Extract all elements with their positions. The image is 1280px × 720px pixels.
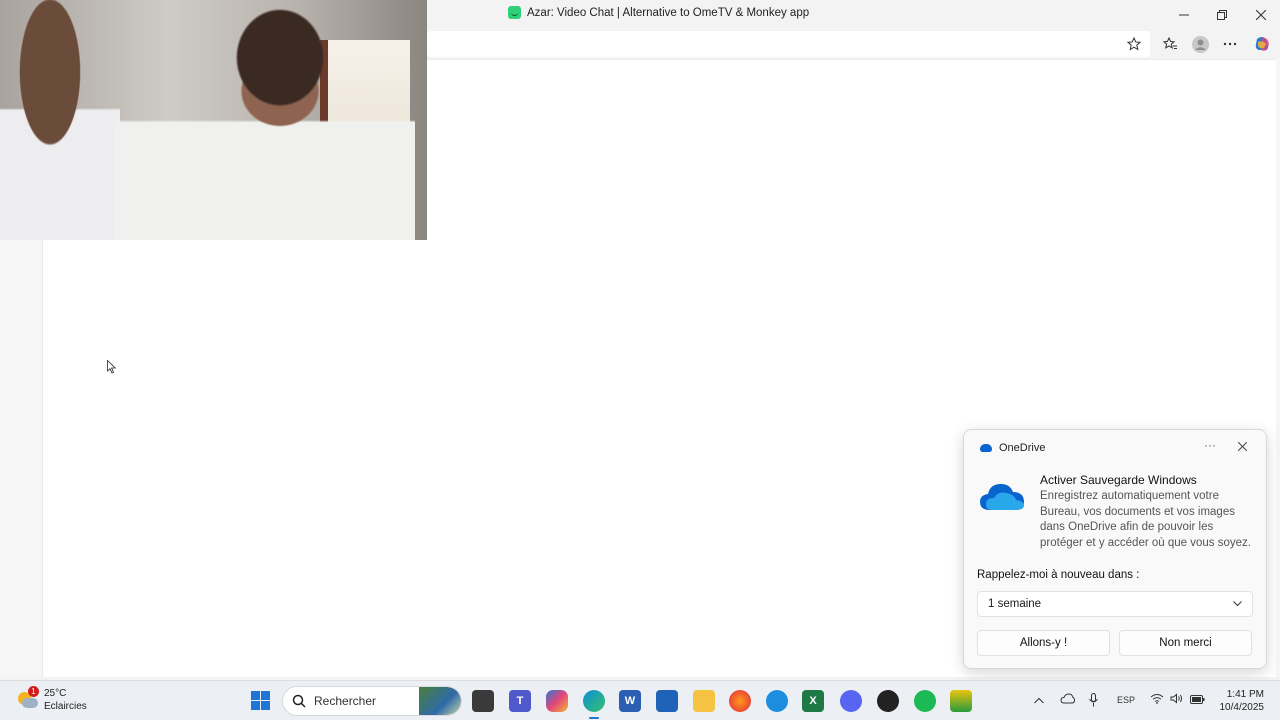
- window-title-text: Azar: Video Chat | Alternative to OmeTV …: [527, 6, 810, 19]
- start-button[interactable]: [251, 691, 270, 710]
- search-highlight-image: [419, 687, 461, 715]
- spotify-icon[interactable]: [914, 690, 936, 712]
- search-placeholder: Rechercher: [314, 694, 377, 708]
- azar-favicon-icon: [508, 6, 521, 19]
- mouse-cursor-icon: [107, 360, 117, 374]
- chevron-down-icon: [1233, 601, 1242, 607]
- toast-body: Enregistrez automatiquement votre Bureau…: [1040, 490, 1251, 550]
- close-window-button[interactable]: [1242, 0, 1280, 29]
- weather-badge: 1: [28, 686, 39, 697]
- input-language[interactable]: ESP: [1117, 695, 1135, 705]
- onedrive-tray-icon[interactable]: [1060, 693, 1076, 707]
- excel-icon[interactable]: X: [802, 690, 824, 712]
- weather-icon: 1: [18, 686, 39, 710]
- non-merci-button[interactable]: Non merci: [1119, 630, 1252, 656]
- chatgpt-icon[interactable]: [877, 690, 899, 712]
- address-bar[interactable]: [427, 31, 1150, 57]
- weather-widget[interactable]: 1 25°C Eclaircies: [18, 686, 87, 713]
- remind-interval-value: 1 semaine: [988, 598, 1042, 610]
- chevron-up-icon[interactable]: [1034, 693, 1044, 707]
- minimize-icon: [1179, 14, 1189, 15]
- task-view-icon[interactable]: [472, 690, 494, 712]
- toast-close-button[interactable]: [1237, 439, 1248, 454]
- webcam-video-feed: [0, 0, 427, 240]
- minimize-button[interactable]: [1165, 0, 1203, 29]
- copilot-icon[interactable]: [1253, 35, 1271, 53]
- onedrive-notification: OneDrive ··· Activer Sauvegarde Windows …: [963, 429, 1267, 669]
- microphone-icon[interactable]: [1089, 693, 1098, 710]
- system-clock[interactable]: 1:41 PM 10/4/2025: [1214, 688, 1265, 714]
- edge-icon[interactable]: [583, 690, 605, 712]
- bluestacks-icon[interactable]: [950, 690, 972, 712]
- close-icon: [1256, 9, 1266, 20]
- copilot-app-icon[interactable]: [546, 690, 568, 712]
- taskbar-search[interactable]: Rechercher: [282, 686, 462, 716]
- store-icon[interactable]: [656, 690, 678, 712]
- restore-icon: [1217, 9, 1227, 20]
- wifi-icon[interactable]: [1150, 693, 1164, 707]
- close-icon: [1237, 441, 1248, 452]
- toast-app-name: OneDrive: [999, 442, 1046, 454]
- toast-app-header: OneDrive: [980, 442, 1045, 454]
- window-title: Azar: Video Chat | Alternative to OmeTV …: [508, 6, 809, 19]
- firefox-icon[interactable]: [729, 690, 751, 712]
- word-icon[interactable]: W: [619, 690, 641, 712]
- allons-y-button[interactable]: Allons-y !: [977, 630, 1110, 656]
- volume-icon[interactable]: [1170, 693, 1183, 707]
- teams-icon[interactable]: T: [509, 690, 531, 712]
- favorite-star-icon[interactable]: [1125, 35, 1143, 53]
- clock-time: 1:41 PM: [1226, 689, 1264, 700]
- onedrive-cloud-icon: [980, 484, 1024, 510]
- active-app-indicator: [589, 717, 599, 719]
- weather-temp: 25°C: [44, 688, 67, 699]
- more-menu-icon[interactable]: [1221, 35, 1239, 53]
- file-explorer-icon[interactable]: [693, 690, 715, 712]
- battery-icon[interactable]: [1190, 693, 1205, 707]
- remind-interval-select[interactable]: 1 semaine: [977, 591, 1253, 617]
- discord-icon[interactable]: [840, 690, 862, 712]
- toast-more-options-icon[interactable]: ···: [1204, 438, 1216, 452]
- remind-label: Rappelez-moi à nouveau dans :: [977, 569, 1140, 581]
- taskbar: 1 25°C Eclaircies Rechercher T W X ESP 1…: [0, 680, 1280, 720]
- clock-date: 10/4/2025: [1219, 702, 1265, 713]
- edge-beta-icon[interactable]: [766, 690, 788, 712]
- onedrive-small-icon: [980, 444, 992, 452]
- toast-title: Activer Sauvegarde Windows: [1040, 473, 1197, 487]
- favorites-icon[interactable]: [1161, 35, 1179, 53]
- profile-avatar-icon[interactable]: [1191, 35, 1209, 53]
- restore-button[interactable]: [1203, 0, 1241, 29]
- weather-desc: Eclaircies: [44, 701, 87, 712]
- search-icon: [292, 694, 306, 708]
